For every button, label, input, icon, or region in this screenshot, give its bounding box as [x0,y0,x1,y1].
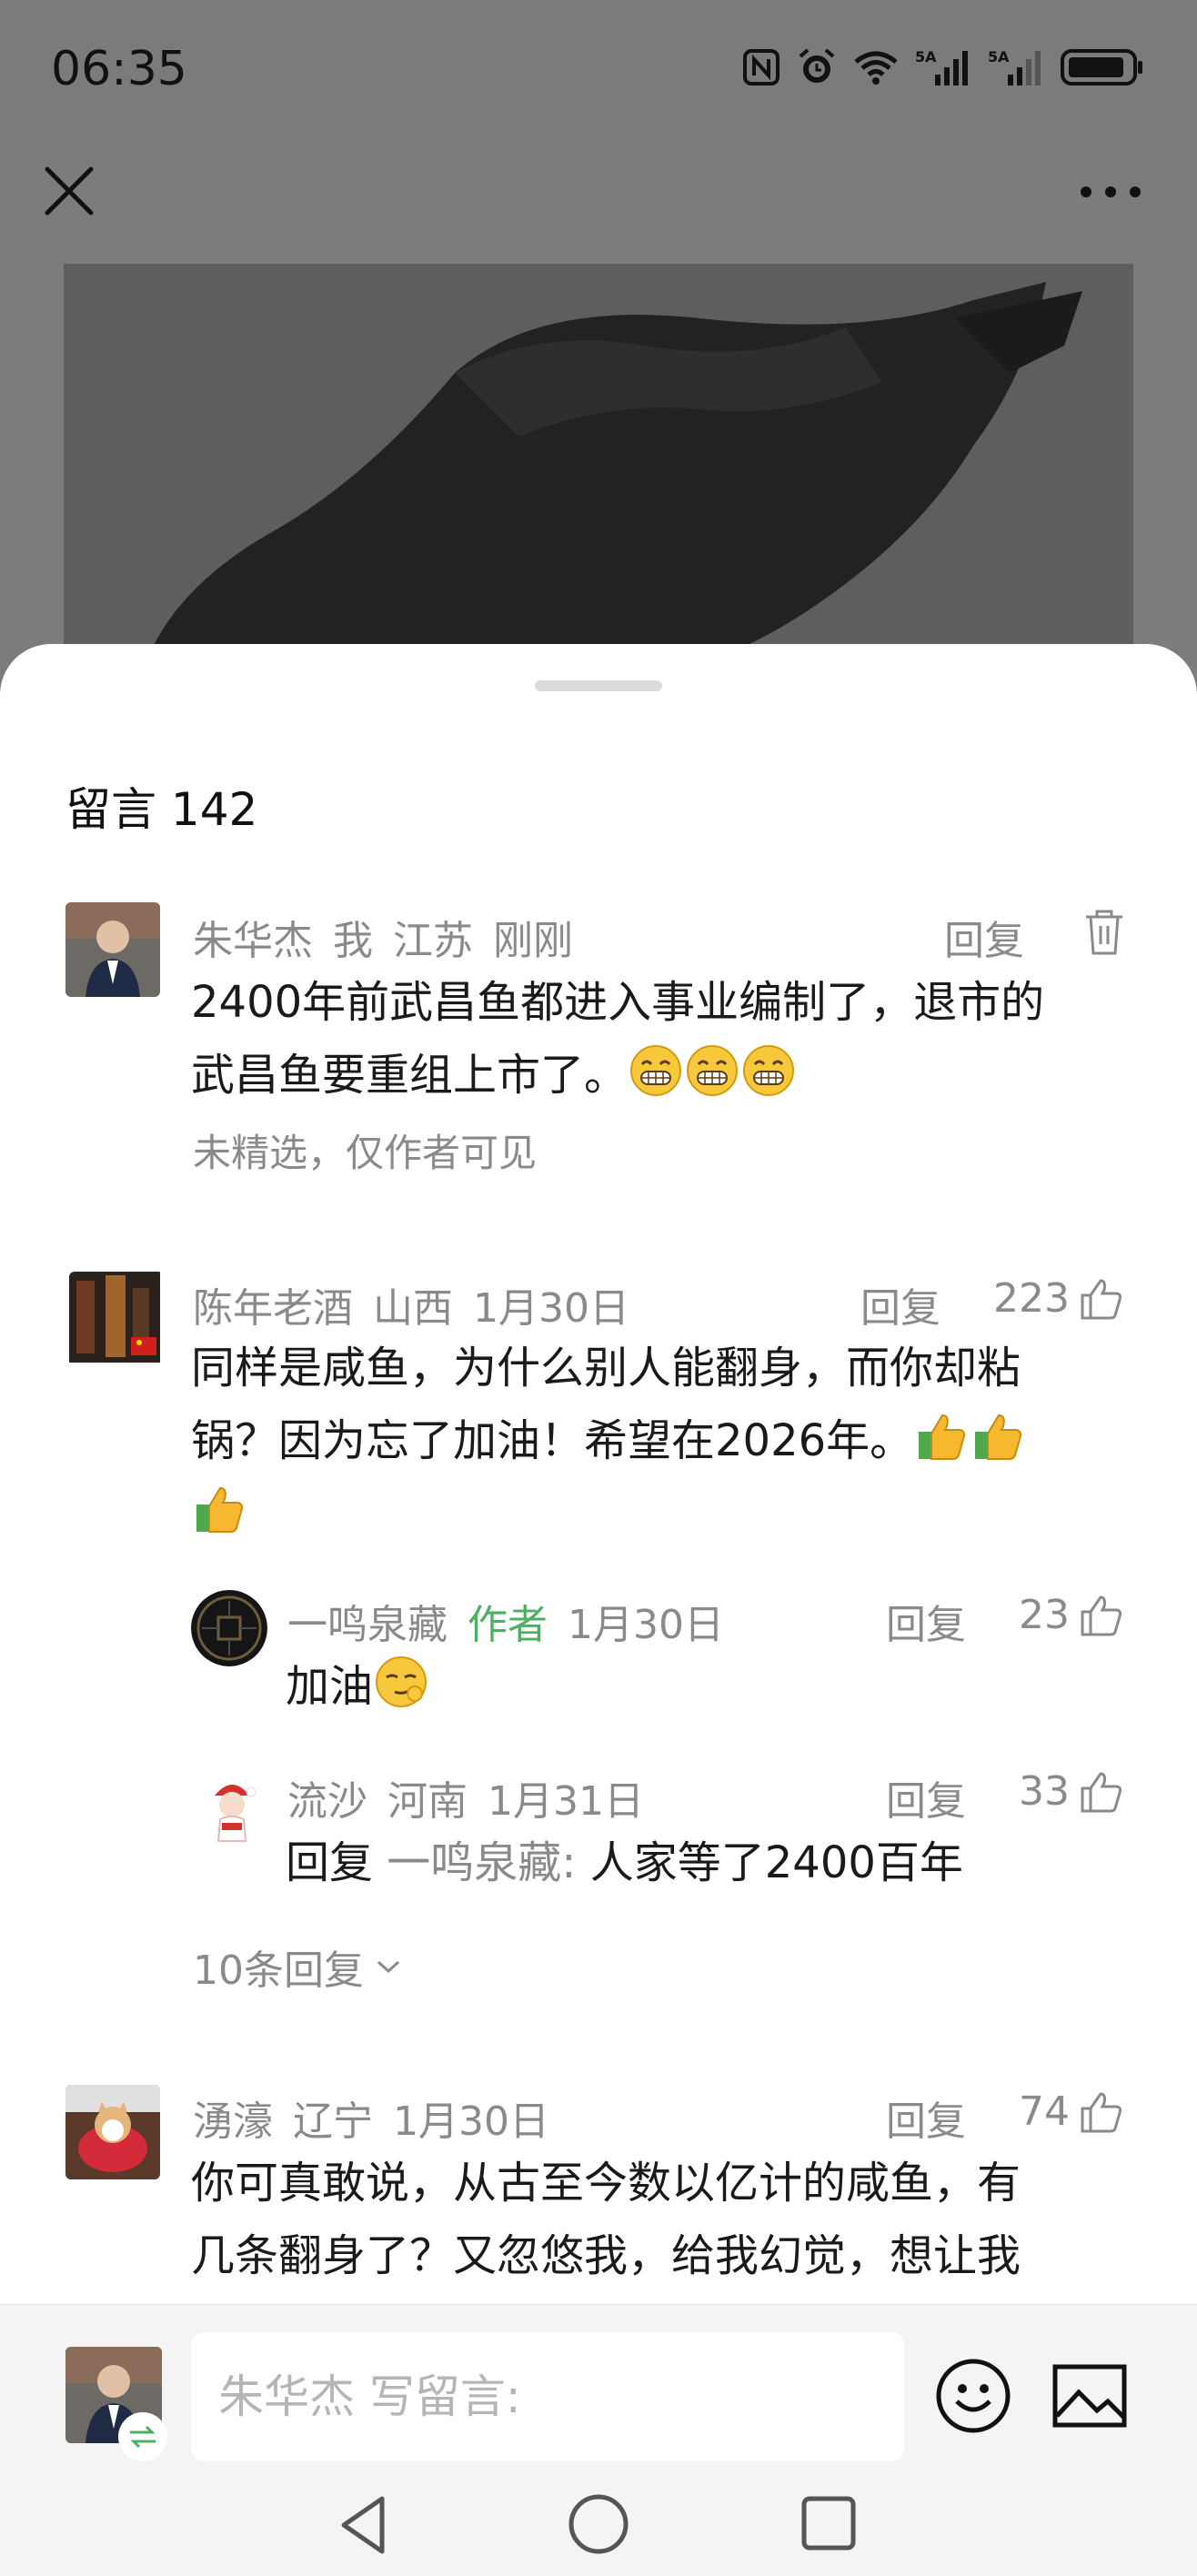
chevron-down-icon [377,1960,400,1974]
comment-location: 山西 [373,1285,453,1332]
recent-apps-icon[interactable] [800,2495,857,2551]
back-icon[interactable] [337,2493,391,2557]
reply-text-content: 加油 [286,1661,374,1712]
comment-text-line: 武昌鱼要重组上市了。 [191,1050,629,1101]
article-image [64,264,1133,664]
thumbs-up-emoji [975,1414,1022,1460]
close-icon[interactable] [42,164,96,218]
comment-input-field[interactable] [191,2332,904,2461]
like-count: 223 [993,1275,1070,1322]
grin-emoji [687,1045,739,1096]
signal-5g-2-icon: 5A [988,48,1041,86]
comment-location: 辽宁 [293,2098,373,2145]
comment-username[interactable]: 陈年老酒 [193,1285,353,1332]
like-count: 33 [1019,1768,1070,1815]
avatar[interactable] [65,902,160,997]
reply-button[interactable]: 回复 [886,1592,966,1650]
reply-prefix: 回复 [286,1837,374,1888]
reply-time: 1月31日 [488,1778,644,1825]
comment-time: 1月30日 [473,1285,629,1332]
like-button[interactable]: 33 [1019,1768,1124,1815]
status-time: 06:35 [51,42,187,96]
thumb-up-icon [1081,2091,1122,2132]
reply-meta: 一鸣泉藏 作者 1月30日 [287,1592,744,1650]
svg-text:5A: 5A [915,48,937,65]
comment-text-line: 你可真敢说，从古至今数以亿计的咸鱼，有 [191,2158,1021,2209]
grin-emoji [743,1045,795,1096]
emoji-icon[interactable] [935,2358,1011,2434]
battery-icon [1061,49,1142,86]
reply-button[interactable]: 回复 [886,2088,966,2147]
avatar[interactable] [191,1590,267,1666]
comments-sheet: 留言 142 朱华杰我江苏 刚刚 回复 2400年前武昌鱼都进入事业编制了，退市的… [0,644,1197,2304]
comment-text: 你可真敢说，从古至今数以亿计的咸鱼，有 几条翻身了？又忽悠我，给我幻觉，想让我 [191,2147,1137,2292]
comment-input-bar [0,2304,1197,2468]
home-icon[interactable] [568,2493,629,2555]
comments-count-title: 留言 142 [65,783,258,836]
image-icon[interactable] [1051,2361,1128,2430]
thumb-up-icon [1081,1278,1122,1319]
comment-meta: 陈年老酒 山西 1月30日 [193,1275,649,1333]
reply-username[interactable]: 一鸣泉藏 [287,1602,448,1648]
comment-text: 2400年前武昌鱼都进入事业编制了，退市的 武昌鱼要重组上市了。 [191,966,1137,1112]
self-tag: 我 [333,918,373,964]
comment-text-line: 几条翻身了？又忽悠我，给我幻觉，想让我 [191,2230,1021,2281]
reply-location: 河南 [387,1778,468,1825]
reply-username[interactable]: 流沙 [287,1778,367,1825]
more-replies-label: 10条回复 [193,1947,364,1994]
comment-text-line: 2400年前武昌鱼都进入事业编制了，退市的 [191,977,1045,1028]
status-icons: 5A 5A [742,47,1144,87]
grin-emoji [630,1045,682,1096]
comment-text: 同样是咸鱼，为什么别人能翻身，而你却粘 锅？因为忘了加油！希望在2026年。 [191,1332,1137,1550]
sheet-drag-handle[interactable] [535,680,662,691]
reply-to-user[interactable]: 一鸣泉藏: [387,1837,576,1888]
delete-icon[interactable] [1082,908,1126,957]
thumb-up-icon [1081,1595,1122,1635]
reply-text-content: 人家等了2400百年 [589,1837,963,1888]
reply-text: 回复 一鸣泉藏: 人家等了2400百年 [286,1826,963,1899]
like-count: 74 [1019,2088,1070,2135]
like-button[interactable]: 223 [993,1275,1124,1322]
signal-5g-1-icon: 5A [915,48,968,86]
svg-text:5A: 5A [988,48,1010,65]
reply-button[interactable]: 回复 [944,908,1024,966]
comment-text-line: 同样是咸鱼，为什么别人能翻身，而你却粘 [191,1343,1021,1394]
status-bar: 06:35 5A 5A [0,0,1197,146]
visibility-note: 未精选，仅作者可见 [193,1131,538,1175]
comment-time: 刚刚 [493,918,573,964]
switch-identity-icon[interactable] [118,2412,167,2461]
author-tag: 作者 [468,1602,548,1648]
reply-time: 1月30日 [568,1602,724,1648]
comment-location: 江苏 [393,918,473,964]
wifi-icon [854,51,898,85]
system-nav-bar [0,2468,1197,2576]
reply-button[interactable]: 回复 [860,1275,940,1333]
comment-meta: 湧濠 辽宁 1月30日 [193,2088,569,2147]
comment-time: 1月30日 [393,2098,549,2145]
thumbs-up-emoji [919,1414,966,1460]
comment-text-line: 锅？因为忘了加油！希望在2026年。 [191,1415,914,1466]
reply-button[interactable]: 回复 [886,1768,966,1826]
reply-meta: 流沙 河南 1月31日 [287,1768,664,1826]
more-icon[interactable] [1079,178,1142,206]
avatar[interactable] [69,1272,164,1366]
alarm-icon [799,48,835,83]
thumbs-up-emoji [196,1486,243,1533]
like-button[interactable]: 74 [1019,2088,1124,2135]
avatar[interactable] [65,2085,160,2179]
avatar[interactable] [195,1768,271,1845]
nfc-icon [743,49,780,86]
smirk-emoji [376,1656,428,1707]
comment-input[interactable] [191,2332,904,2461]
thumb-up-icon [1081,1771,1122,1812]
more-replies-toggle[interactable]: 10条回复 [193,1937,402,1996]
like-count: 23 [1019,1592,1070,1638]
like-button[interactable]: 23 [1019,1592,1124,1638]
comment-meta: 朱华杰我江苏 刚刚 [193,908,593,966]
comment-username[interactable]: 朱华杰 [193,918,313,964]
comment-username[interactable]: 湧濠 [193,2098,273,2145]
reply-text: 加油 [286,1650,429,1723]
